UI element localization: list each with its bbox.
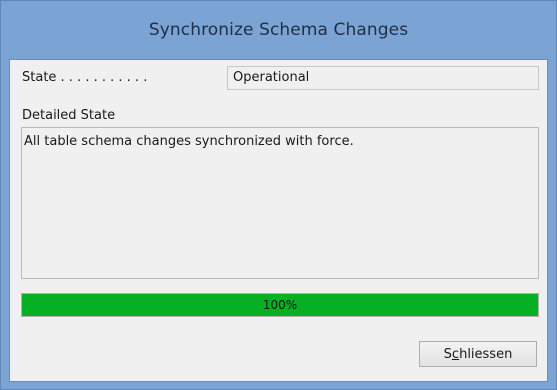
progress-label: 100% [262, 298, 298, 312]
progress-bar: 100% [21, 293, 539, 317]
dialog-window: Synchronize Schema Changes State . . . .… [0, 0, 557, 390]
detailed-state-label: Detailed State [22, 108, 116, 123]
dialog-content: State . . . . . . . . . . . Operational … [9, 59, 548, 382]
close-button-label: Schliessen [443, 346, 513, 362]
window-title: Synchronize Schema Changes [148, 20, 409, 40]
detailed-state-textbox[interactable]: All table schema changes synchronized wi… [21, 127, 539, 279]
state-label: State . . . . . . . . . . . [22, 70, 148, 85]
state-value-field: Operational [227, 66, 539, 90]
close-button[interactable]: Schliessen [419, 341, 537, 367]
title-bar[interactable]: Synchronize Schema Changes [1, 1, 556, 59]
